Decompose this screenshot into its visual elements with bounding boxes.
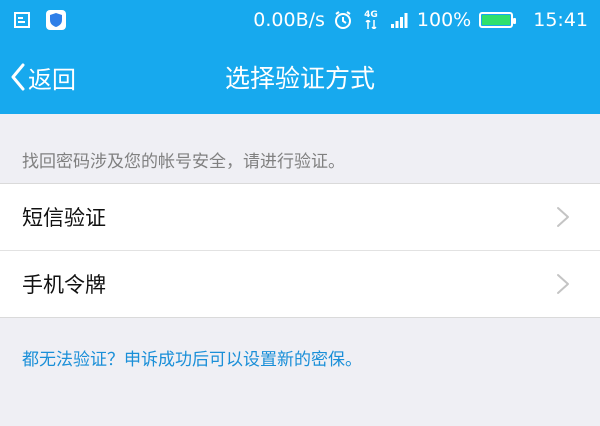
- appeal-link[interactable]: 都无法验证？申诉成功后可以设置新的密保。: [22, 345, 362, 370]
- battery-fill: [482, 15, 511, 25]
- status-bar-right: 0.00B/s 4G 100% 15:41: [253, 0, 588, 40]
- chevron-right-icon: [557, 207, 569, 227]
- battery-icon: [479, 12, 517, 28]
- status-bar-left: [12, 10, 66, 30]
- network-type-label: 4G: [364, 10, 378, 20]
- option-mobile-token[interactable]: 手机令牌: [0, 250, 600, 317]
- option-label: 手机令牌: [22, 273, 106, 297]
- option-label: 短信验证: [22, 206, 106, 230]
- signal-icon: [389, 10, 409, 30]
- shield-app-icon: [46, 10, 66, 30]
- clock: 15:41: [533, 9, 588, 31]
- battery-percent: 100%: [416, 9, 472, 31]
- page-title: 选择验证方式: [224, 64, 375, 93]
- net-speed: 0.00B/s: [253, 9, 325, 31]
- alarm-icon: [333, 10, 353, 30]
- chevron-right-icon: [557, 274, 569, 294]
- network-4g-icon: 4G: [361, 10, 381, 30]
- option-sms-verification[interactable]: 短信验证: [0, 184, 600, 250]
- verification-options: 短信验证 手机令牌: [0, 183, 600, 318]
- security-hint: 找回密码涉及您的帐号安全，请进行验证。: [22, 152, 345, 172]
- notification-icon: [12, 10, 32, 30]
- status-bar: 0.00B/s 4G 100% 15:41: [0, 0, 600, 40]
- nav-bar: 返回 选择验证方式: [0, 40, 600, 114]
